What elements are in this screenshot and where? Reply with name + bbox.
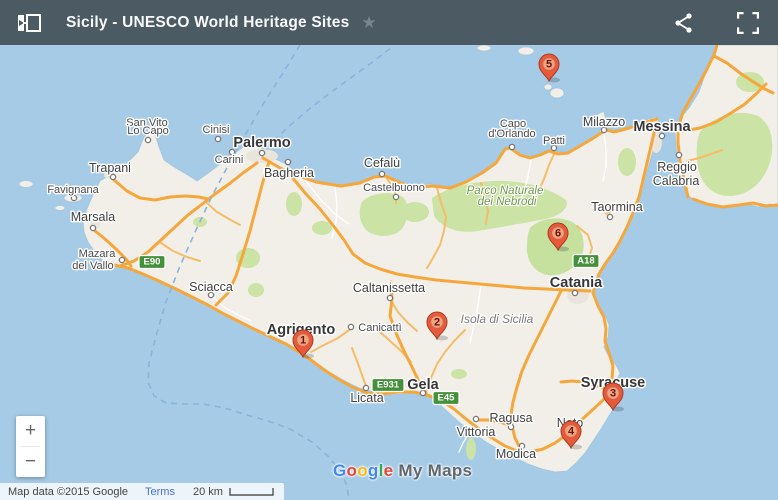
my-maps-label: My Maps: [398, 461, 473, 480]
island-aeolian: [476, 45, 492, 52]
town-dot: [362, 384, 370, 392]
svg-text:1: 1: [300, 334, 306, 346]
panel-open-icon[interactable]: [18, 13, 42, 33]
island-aeolian: [517, 46, 535, 56]
header-bar: Sicily - UNESCO World Heritage Sites ★: [0, 0, 778, 45]
map-label-gela: Gela: [407, 377, 439, 393]
map-label-palermo: Palermo: [233, 135, 290, 151]
island: [18, 180, 34, 188]
map-label-ragusa: Ragusa: [489, 411, 532, 425]
map-label-sciacca: Sciacca: [189, 280, 233, 294]
terms-link[interactable]: Terms: [145, 486, 175, 498]
my-maps-app: Sicily - UNESCO World Heritage Sites ★ E…: [0, 0, 778, 500]
map-label-castelbuono: Castelbuono: [363, 182, 425, 194]
town-dot: [258, 149, 266, 157]
town-dot: [214, 135, 222, 143]
map-label-lo-capo: Lo Capo: [127, 125, 169, 137]
map-label-messina: Messina: [633, 119, 691, 135]
town-dot: [378, 170, 386, 178]
town-dot: [70, 194, 78, 202]
zoom-in-button[interactable]: +: [16, 416, 45, 446]
map-canvas[interactable]: E90E931E45A18 PalermoMessinaCataniaAgrig…: [0, 45, 778, 500]
map-label-favignana: Favignana: [47, 184, 99, 196]
town-dot: [347, 323, 355, 331]
map-label-marsala: Marsala: [71, 210, 116, 224]
map-label-cinisi: Cinisi: [203, 124, 230, 136]
map-label-taormina: Taormina: [591, 200, 642, 214]
map-label-carini: Carini: [215, 154, 244, 166]
map-label-licata: Licata: [350, 391, 383, 405]
svg-text:6: 6: [555, 227, 561, 239]
map-label-trapani: Trapani: [89, 161, 131, 175]
town-dot: [109, 173, 117, 181]
route-shield-e45: E45: [432, 390, 460, 406]
star-icon[interactable]: ★: [361, 14, 376, 31]
map-label-patti: Patti: [543, 135, 565, 147]
map-label-vittoria: Vittoria: [457, 425, 496, 439]
svg-text:A18: A18: [577, 256, 594, 267]
town-dot: [472, 415, 480, 423]
town-dot: [571, 289, 579, 297]
google-my-maps-watermark[interactable]: Google My Maps: [333, 461, 472, 481]
town-dot: [386, 294, 394, 302]
svg-text:E45: E45: [438, 393, 456, 404]
town-dot: [89, 224, 97, 232]
island-aeolian: [549, 87, 565, 99]
route-shield-e931: E931: [371, 377, 405, 393]
map-label-caltanissetta: Caltanissetta: [353, 281, 425, 295]
town-dot: [675, 151, 683, 159]
svg-text:2: 2: [434, 316, 440, 328]
map-data-copyright: Map data ©2015 Google: [8, 485, 129, 498]
map-label-del-vallo: del Vallo: [72, 260, 113, 272]
map-label-reggio: Reggio: [657, 160, 697, 174]
zoom-out-button[interactable]: −: [16, 447, 45, 477]
town-dot: [507, 423, 515, 431]
svg-text:3: 3: [610, 387, 616, 399]
town-dot: [508, 143, 516, 151]
google-logo: Google: [333, 461, 394, 480]
share-icon[interactable]: [672, 12, 696, 34]
zoom-control: + −: [16, 416, 45, 477]
map-label-isola-di-sicilia: Isola di Sicilia: [461, 312, 534, 326]
attribution-bar: Map data ©2015 Google Terms 20 km: [0, 483, 284, 500]
route-shield-a18: A18: [572, 253, 600, 269]
svg-text:4: 4: [568, 425, 575, 437]
map-label-modica: Modica: [496, 447, 536, 461]
town-dot: [392, 193, 400, 201]
map-label-dei-nebrodi: dei Nebrodi: [478, 196, 537, 208]
scale-bar: [229, 487, 274, 496]
map-label-canicatt: Canicattì: [358, 322, 401, 334]
map-label-milazzo: Milazzo: [583, 115, 625, 129]
svg-text:5: 5: [546, 58, 552, 70]
town-dot: [118, 256, 126, 264]
svg-text:E90: E90: [144, 257, 161, 268]
map-label-cefal: Cefalù: [364, 156, 400, 170]
route-shield-e90: E90: [138, 254, 166, 270]
map-label-catania: Catania: [550, 275, 603, 291]
town-dot: [606, 213, 614, 221]
island-aeolian: [543, 83, 553, 91]
map-label-d-orlando: d'Orlando: [488, 128, 535, 140]
island: [54, 205, 66, 211]
scale-label: 20 km: [192, 485, 223, 498]
map-label-mazara: Mazara: [79, 248, 117, 260]
map-label-calabria: Calabria: [653, 174, 700, 188]
page-title: Sicily - UNESCO World Heritage Sites: [66, 13, 350, 31]
svg-text:E931: E931: [377, 380, 400, 391]
fullscreen-icon[interactable]: [736, 11, 760, 34]
map-label-bagheria: Bagheria: [264, 166, 314, 180]
town-dot: [284, 158, 292, 166]
town-dot: [144, 136, 152, 144]
